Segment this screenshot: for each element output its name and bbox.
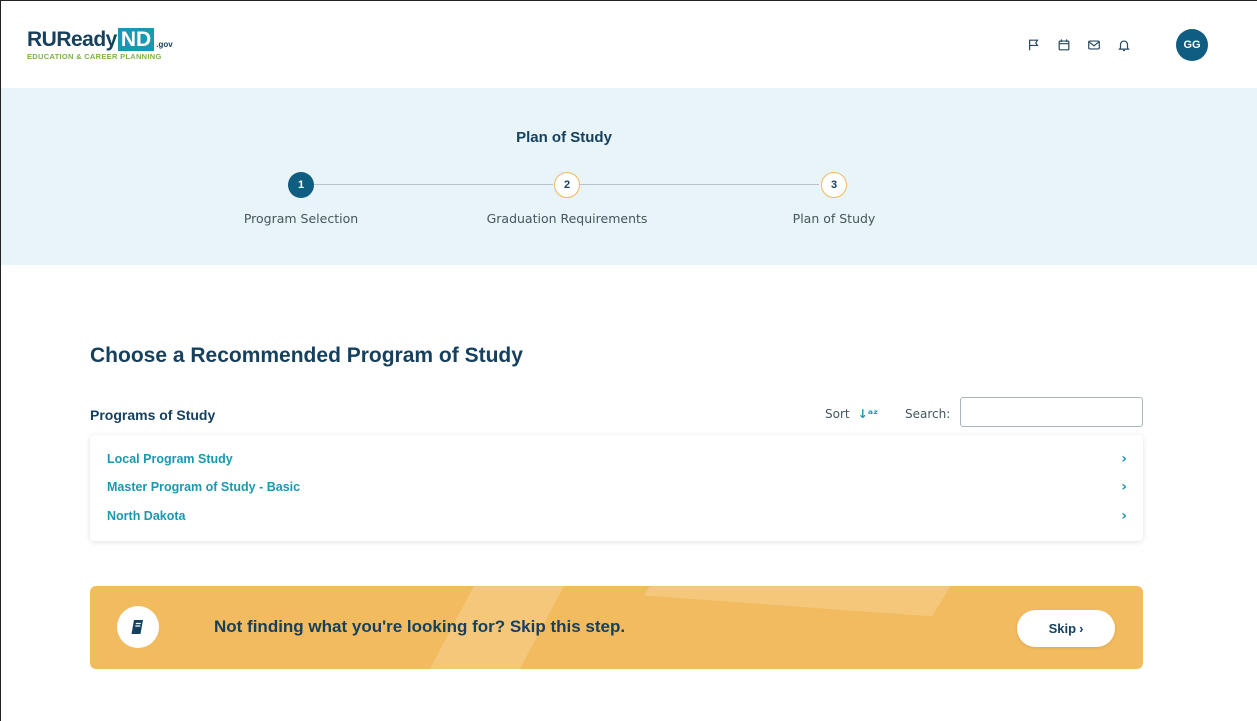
step-2-label: Graduation Requirements: [486, 211, 648, 226]
skip-button[interactable]: Skip ›: [1017, 610, 1115, 647]
program-item-master-basic[interactable]: Master Program of Study - Basic ›: [107, 476, 1127, 498]
programs-header: Programs of Study Sort ↓ᵃᶻ Search:: [90, 397, 1143, 428]
step-3-label: Plan of Study: [792, 211, 876, 226]
program-label: Master Program of Study - Basic: [107, 480, 301, 494]
search-input[interactable]: [960, 397, 1143, 427]
header-actions: [1019, 34, 1139, 56]
skip-banner: Not finding what you're looking for? Ski…: [90, 586, 1143, 669]
search-label: Search:: [905, 407, 951, 421]
stepper-title: Plan of Study: [516, 129, 612, 146]
chevron-right-icon: ›: [1121, 508, 1127, 524]
book-icon: [117, 606, 159, 648]
top-bar: RUReady ND .gov EDUCATION & CAREER PLANN…: [1, 0, 1257, 88]
program-item-local[interactable]: Local Program Study ›: [107, 448, 1127, 470]
banner-message: Not finding what you're looking for? Ski…: [214, 617, 626, 636]
skip-label: Skip: [1048, 621, 1077, 636]
avatar[interactable]: GG: [1176, 29, 1208, 61]
sort-label: Sort: [825, 407, 850, 421]
stepper-band: Plan of Study 1 2 3 Program Selection Gr…: [1, 88, 1257, 265]
logo-tld: .gov: [156, 40, 173, 49]
logo-brand: RUReady: [27, 28, 117, 51]
chevron-right-icon: ›: [1079, 621, 1084, 636]
sort-button[interactable]: Sort ↓ᵃᶻ: [825, 407, 878, 421]
banner-decoration: [643, 586, 957, 617]
step-connector: [580, 184, 819, 185]
chevron-right-icon: ›: [1121, 451, 1127, 467]
step-3-circle[interactable]: 3: [821, 172, 847, 198]
program-label: Local Program Study: [107, 452, 233, 466]
sort-az-icon: ↓ᵃᶻ: [857, 407, 879, 421]
step-connector: [314, 184, 553, 185]
logo-wordmark: RUReady ND .gov: [27, 28, 173, 51]
step-2-circle[interactable]: 2: [554, 172, 580, 198]
calendar-icon[interactable]: [1049, 34, 1079, 56]
mail-icon[interactable]: [1079, 34, 1109, 56]
program-item-north-dakota[interactable]: North Dakota ›: [107, 505, 1127, 527]
step-1-circle[interactable]: 1: [288, 172, 314, 198]
chevron-right-icon: ›: [1121, 479, 1127, 495]
step-1-label: Program Selection: [243, 211, 359, 226]
logo[interactable]: RUReady ND .gov EDUCATION & CAREER PLANN…: [27, 28, 173, 61]
logo-state: ND: [117, 28, 155, 51]
bell-icon[interactable]: [1109, 34, 1139, 56]
programs-title: Programs of Study: [90, 407, 216, 423]
logo-tagline: EDUCATION & CAREER PLANNING: [27, 52, 162, 61]
programs-list: Local Program Study › Master Program of …: [90, 435, 1143, 541]
flag-icon[interactable]: [1019, 34, 1049, 56]
program-label: North Dakota: [107, 509, 186, 523]
page-title: Choose a Recommended Program of Study: [90, 344, 523, 367]
